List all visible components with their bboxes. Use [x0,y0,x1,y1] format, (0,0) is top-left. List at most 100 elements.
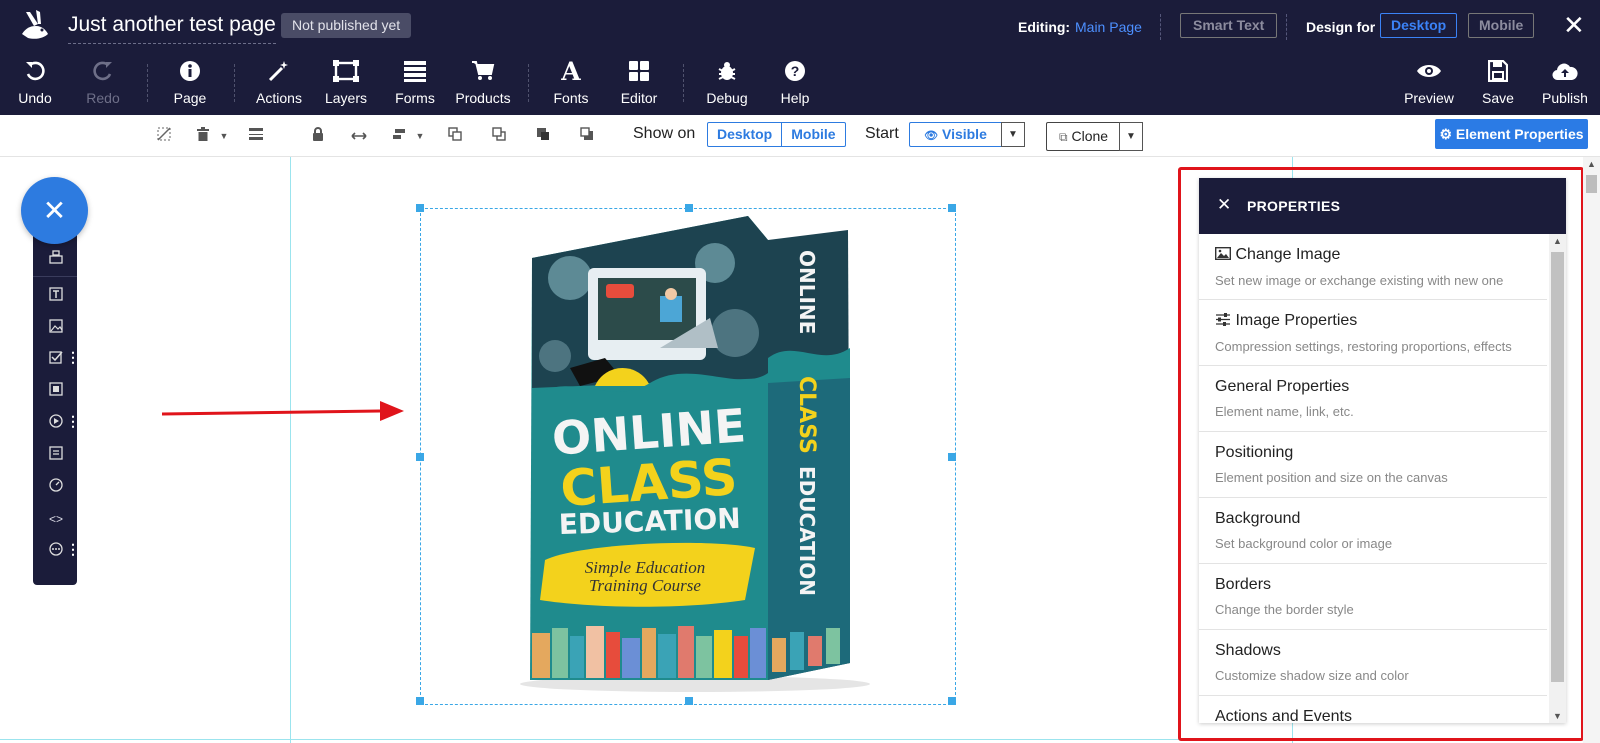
visible-dropdown-caret[interactable]: ▼ [1001,122,1025,147]
bring-forward-icon[interactable] [446,127,464,145]
resize-handle[interactable] [948,697,956,705]
more-elements-icon[interactable] [47,542,65,560]
lock-icon[interactable] [309,127,327,145]
property-actions-and-events[interactable]: Actions and Events [1199,696,1547,723]
image-element-icon[interactable] [47,319,65,337]
actions-button[interactable]: Actions [251,56,307,106]
layers-button[interactable]: Layers [320,56,372,106]
shopping-cart-icon [455,56,511,86]
product-tagline-line2: Training Course [589,576,701,595]
smart-text-button[interactable]: Smart Text [1180,13,1278,38]
property-description: Set new image or exchange existing with … [1215,273,1504,288]
resize-handle[interactable] [416,697,424,705]
code-element-icon[interactable]: <> [47,510,65,528]
property-positioning[interactable]: Positioning Element position and size on… [1199,432,1547,498]
stretch-horizontal-icon[interactable] [350,127,368,145]
undo-button[interactable]: Undo [14,56,56,106]
caret-down-icon[interactable]: ▼ [411,127,429,145]
save-button[interactable]: Save [1478,56,1518,106]
checkbox-element-icon[interactable] [47,350,65,368]
close-add-menu-button[interactable]: ✕ [21,177,88,244]
image-icon [1214,246,1232,265]
property-shadows[interactable]: Shadows Customize shadow size and color [1199,630,1547,696]
resize-handle[interactable] [416,453,424,461]
canvas-scrollbar[interactable]: ▲ [1583,157,1600,743]
element-toolbar: ▼ ▼ Show on Desktop Mobile Start 👁 Visib… [0,115,1600,157]
publish-label: Publish [1542,90,1588,106]
timer-element-icon[interactable] [47,478,65,496]
bring-to-front-icon[interactable] [534,127,552,145]
send-to-back-icon[interactable] [578,127,596,145]
more-options-icon[interactable]: ⋮ [66,350,80,364]
scrollbar-thumb[interactable] [1551,252,1564,682]
page-button[interactable]: Page [168,56,212,106]
guide-line [290,157,291,743]
scrollbar-thumb[interactable] [1586,175,1597,193]
resize-handle[interactable] [416,204,424,212]
property-change-image[interactable]: Change Image Set new image or exchange e… [1199,234,1547,300]
align-icon[interactable] [390,127,408,145]
form-element-icon[interactable] [47,446,65,464]
scroll-up-arrow-icon[interactable]: ▲ [1553,236,1562,246]
gear-icon: ⚙ [1439,126,1453,142]
deselect-icon[interactable] [155,127,173,145]
property-description: Set background color or image [1215,536,1393,551]
text-element-icon[interactable] [47,287,65,305]
element-properties-button[interactable]: ⚙ Element Properties [1435,119,1588,149]
redo-button[interactable]: Redo [82,56,124,106]
divider [1160,14,1161,40]
copy-icon: ⧉ [1059,130,1068,144]
paste-format-icon[interactable] [247,127,265,145]
section-icon[interactable] [47,250,65,268]
video-element-icon[interactable] [47,414,65,432]
visible-button[interactable]: 👁 Visible [909,122,1002,147]
redo-label: Redo [86,90,120,106]
scroll-up-arrow-icon[interactable]: ▲ [1587,159,1596,169]
editing-page-link[interactable]: Main Page [1075,19,1142,35]
clone-dropdown-caret[interactable]: ▼ [1119,122,1143,151]
property-description: Compression settings, restoring proporti… [1215,339,1512,354]
property-image-properties[interactable]: Image Properties Compression settings, r… [1199,300,1547,366]
undo-label: Undo [18,90,52,106]
magic-wand-icon [251,56,307,86]
resize-handle[interactable] [948,453,956,461]
property-borders[interactable]: Borders Change the border style [1199,564,1547,630]
publish-button[interactable]: Publish [1540,56,1590,106]
show-desktop-button[interactable]: Desktop [708,123,781,146]
help-button[interactable]: ? Help [775,56,815,106]
rabbit-logo-icon[interactable] [16,8,52,44]
trash-icon[interactable] [194,127,212,145]
send-backward-icon[interactable] [490,127,508,145]
product-tagline-line1: Simple Education [585,558,705,577]
debug-button[interactable]: Debug [704,56,750,106]
more-options-icon[interactable]: ⋮ [66,414,80,428]
properties-scrollbar[interactable]: ▲ ▼ [1549,234,1566,723]
annotation-arrow [160,400,406,427]
property-background[interactable]: Background Set background color or image [1199,498,1547,564]
scroll-down-arrow-icon[interactable]: ▼ [1553,711,1562,721]
editor-button[interactable]: Editor [618,56,660,106]
fonts-button[interactable]: A Fonts [550,56,592,107]
resize-handle[interactable] [948,204,956,212]
clone-button[interactable]: ⧉ Clone [1046,122,1120,151]
preview-button[interactable]: Preview [1403,56,1455,106]
debug-label: Debug [706,90,748,106]
property-description: Element name, link, etc. [1215,404,1354,419]
forms-button[interactable]: Forms [392,56,438,106]
products-button[interactable]: Products [455,56,511,106]
more-options-icon[interactable]: ⋮ [66,542,80,556]
property-description: Customize shadow size and color [1215,668,1409,683]
close-icon[interactable]: ✕ [1217,195,1231,215]
page-title[interactable]: Just another test page [68,13,276,44]
list-icon [392,56,438,86]
actions-label: Actions [256,90,302,106]
show-mobile-button[interactable]: Mobile [781,123,844,146]
properties-panel-title: PROPERTIES [1247,198,1341,214]
close-editor-icon[interactable]: ✕ [1563,10,1585,41]
caret-down-icon[interactable]: ▼ [215,127,233,145]
font-letter-icon: A [561,56,581,86]
box-element-icon[interactable] [47,382,65,400]
design-mobile-button[interactable]: Mobile [1468,13,1535,38]
property-general-properties[interactable]: General Properties Element name, link, e… [1199,366,1547,432]
design-desktop-button[interactable]: Desktop [1380,13,1458,38]
